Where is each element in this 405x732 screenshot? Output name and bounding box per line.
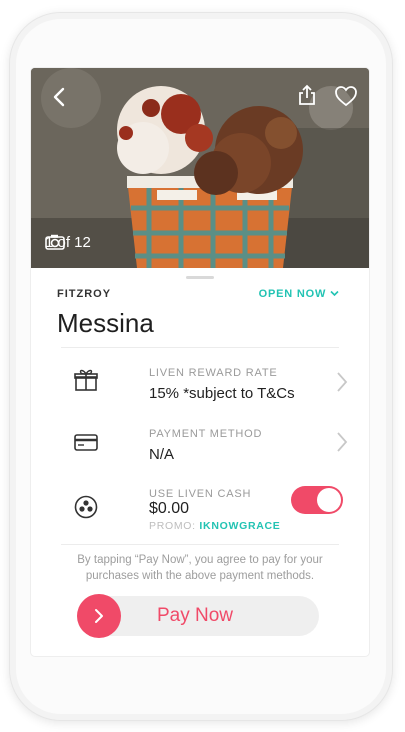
- divider: [61, 347, 339, 348]
- venue-screen: 1 of 12 FITZROY OPEN NOW Messina LIVEN R…: [31, 68, 369, 656]
- heart-icon: [335, 86, 357, 107]
- share-icon: [299, 84, 315, 105]
- reward-rate-value: 15% *subject to T&Cs: [149, 385, 295, 402]
- gift-icon: [74, 369, 98, 391]
- arrow-right-icon: [95, 609, 103, 623]
- card-icon: [74, 434, 98, 451]
- open-status-button[interactable]: OPEN NOW: [259, 288, 339, 300]
- promo-line: PROMO: IKNOWGRACE: [149, 520, 281, 532]
- liven-cash-icon: [74, 495, 98, 519]
- camera-icon: [45, 234, 65, 250]
- chevron-right-icon: [337, 372, 348, 392]
- reward-rate-row[interactable]: LIVEN REWARD RATE 15% *subject to T&Cs: [61, 364, 348, 414]
- sheet-handle[interactable]: [186, 276, 214, 279]
- pay-now-label: Pay Now: [157, 605, 234, 626]
- payment-method-value: N/A: [149, 446, 175, 463]
- terms-text: By tapping “Pay Now”, you agree to pay f…: [77, 554, 323, 582]
- reward-rate-label: LIVEN REWARD RATE: [149, 367, 278, 379]
- toggle-knob: [317, 488, 341, 512]
- back-icon: [53, 87, 65, 107]
- payment-method-row[interactable]: PAYMENT METHOD N/A: [61, 426, 348, 476]
- venue-photo[interactable]: 1 of 12: [31, 68, 369, 268]
- divider: [61, 544, 339, 545]
- venue-name: Messina: [57, 308, 154, 338]
- photo-counter: 1 of 12: [45, 234, 91, 251]
- pay-now-handle[interactable]: [77, 594, 121, 638]
- venue-suburb: FITZROY: [57, 288, 112, 300]
- favourite-button[interactable]: [334, 85, 358, 107]
- chevron-right-icon: [337, 432, 348, 452]
- liven-cash-label: USE LIVEN CASH: [149, 488, 252, 500]
- back-button[interactable]: [47, 84, 73, 110]
- promo-code: IKNOWGRACE: [199, 520, 281, 532]
- promo-label: PROMO:: [149, 520, 196, 532]
- open-status-label: OPEN NOW: [258, 288, 327, 300]
- share-button[interactable]: [297, 84, 317, 106]
- payment-method-label: PAYMENT METHOD: [149, 428, 263, 440]
- chevron-down-icon: [330, 290, 339, 297]
- liven-cash-toggle[interactable]: [291, 486, 343, 514]
- liven-cash-value: $0.00: [149, 500, 190, 517]
